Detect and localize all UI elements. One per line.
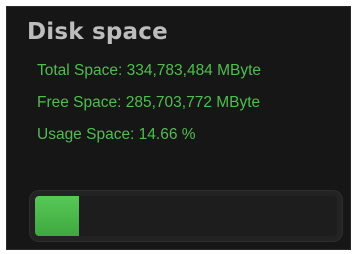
usage-progress-bar	[29, 190, 343, 242]
usage-progress-track	[35, 196, 337, 236]
panel-title: Disk space	[27, 19, 168, 45]
usage-space-text: Usage Space: 14.66 %	[37, 126, 196, 143]
disk-space-panel: Disk space Total Space: 334,783,484 MByt…	[6, 6, 351, 250]
usage-progress-fill	[35, 196, 80, 236]
total-space-text: Total Space: 334,783,484 MByte	[37, 62, 262, 79]
free-space-text: Free Space: 285,703,772 MByte	[37, 94, 261, 111]
